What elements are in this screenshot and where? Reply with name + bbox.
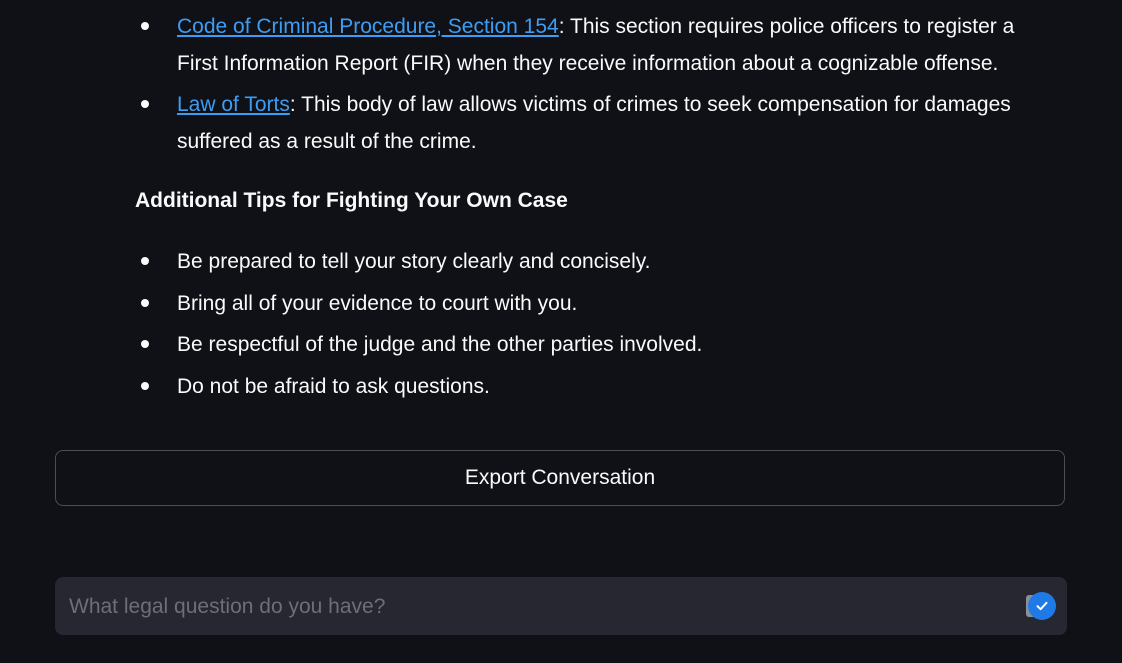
list-item: Bring all of your evidence to court with… xyxy=(135,285,1055,322)
bullet-icon xyxy=(141,381,149,390)
list-item: Law of Torts: This body of law allows vi… xyxy=(135,86,1055,160)
bullet-icon xyxy=(141,22,149,30)
tips-list: Be prepared to tell your story clearly a… xyxy=(135,243,1055,409)
tips-heading: Additional Tips for Fighting Your Own Ca… xyxy=(135,189,568,212)
chat-input[interactable] xyxy=(67,577,1011,637)
bullet-icon xyxy=(141,257,149,265)
law-link[interactable]: Code of Criminal Procedure, Section 154 xyxy=(177,15,559,38)
export-conversation-button[interactable]: Export Conversation xyxy=(55,450,1065,506)
bullet-icon xyxy=(141,340,149,348)
list-item: Code of Criminal Procedure, Section 154:… xyxy=(135,8,1055,82)
list-item: Be respectful of the judge and the other… xyxy=(135,326,1055,363)
list-item: Do not be afraid to ask questions. xyxy=(135,368,1055,405)
tip-text: Be respectful of the judge and the other… xyxy=(177,333,703,356)
bullet-icon xyxy=(141,100,149,108)
law-description: : This body of law allows victims of cri… xyxy=(177,93,1011,153)
tip-text: Be prepared to tell your story clearly a… xyxy=(177,250,651,273)
bullet-icon xyxy=(141,298,149,307)
send-button[interactable] xyxy=(1022,591,1058,621)
law-link[interactable]: Law of Torts xyxy=(177,93,290,116)
tip-text: Bring all of your evidence to court with… xyxy=(177,291,578,315)
chat-input-container xyxy=(55,577,1067,637)
list-item: Be prepared to tell your story clearly a… xyxy=(135,243,1055,280)
check-circle-icon xyxy=(1028,592,1056,620)
law-list: Code of Criminal Procedure, Section 154:… xyxy=(135,8,1055,164)
tip-text: Do not be afraid to ask questions. xyxy=(177,374,490,398)
chat-page: Code of Criminal Procedure, Section 154:… xyxy=(0,0,1122,663)
